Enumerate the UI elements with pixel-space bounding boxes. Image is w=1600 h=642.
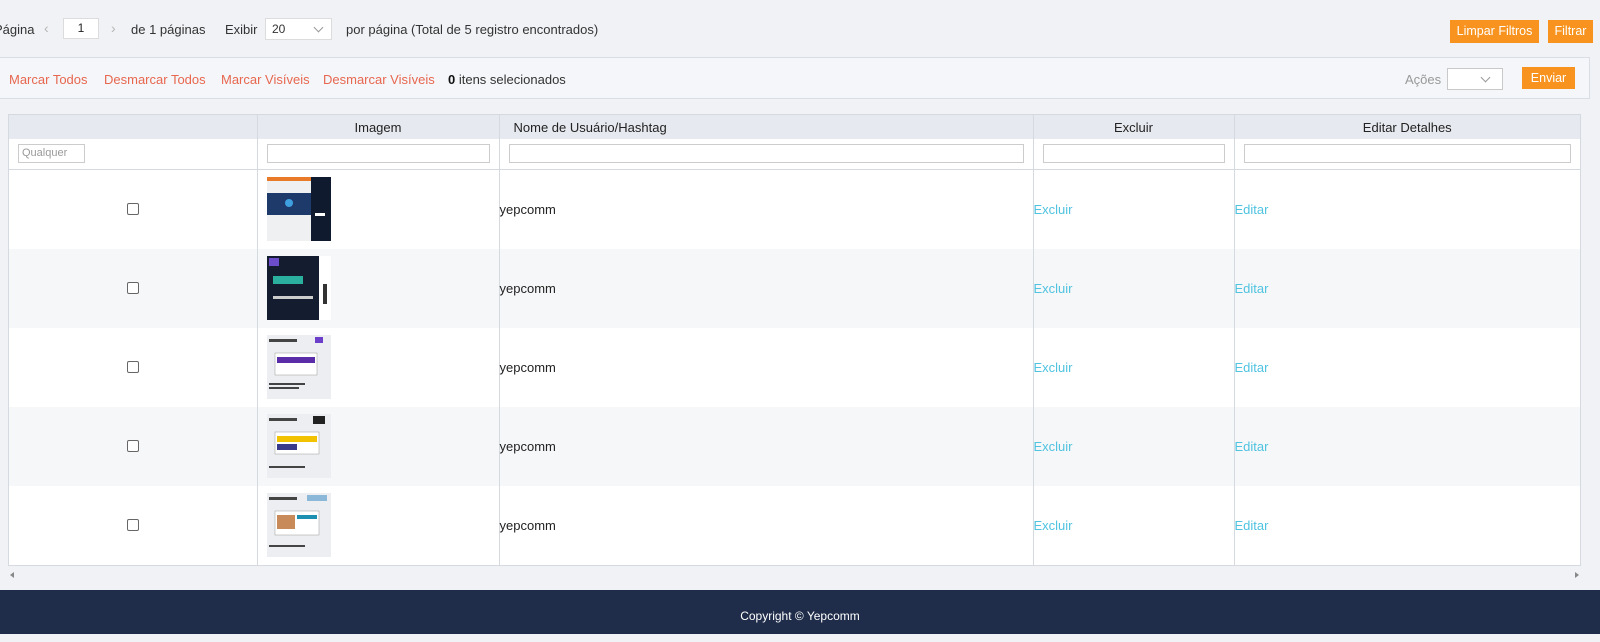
edit-filter-input[interactable] (1243, 144, 1571, 164)
post-thumbnail (266, 256, 331, 320)
mark-visible-link[interactable]: Marcar Visíveis (221, 72, 310, 87)
horizontal-scrollbar[interactable] (8, 572, 1581, 582)
selected-count-text: itens selecionados (455, 72, 566, 87)
post-thumbnail (266, 493, 331, 557)
page-footer: Copyright © Yepcomm (0, 590, 1600, 634)
image-filter-input[interactable] (266, 144, 490, 164)
show-label: Exibir (225, 22, 258, 37)
username-cell: yepcomm (499, 406, 1034, 486)
col-header-username[interactable]: Nome de Usuário/Hashtag (499, 115, 1034, 139)
table-row: yepcomm Excluir Editar (9, 406, 1580, 486)
username-cell: yepcomm (499, 248, 1034, 328)
col-header-delete[interactable]: Excluir (1033, 115, 1235, 139)
delete-link[interactable]: Excluir (1033, 485, 1235, 565)
per-page-text: por página (Total de 5 registro encontra… (346, 22, 599, 37)
chevron-down-icon (313, 22, 324, 33)
per-page-value: 20 (272, 22, 286, 36)
username-cell: yepcomm (499, 485, 1034, 565)
actions-select[interactable] (1447, 68, 1503, 90)
page-label: Página (0, 22, 35, 37)
username-filter-input[interactable] (508, 144, 1024, 164)
username-cell: yepcomm (499, 169, 1034, 249)
scroll-right-icon[interactable] (1575, 572, 1579, 578)
row-checkbox[interactable] (126, 361, 139, 373)
edit-link[interactable]: Editar (1234, 406, 1580, 486)
of-pages-text: de 1 páginas (131, 22, 206, 37)
col-header-select (9, 115, 258, 139)
row-checkbox[interactable] (126, 282, 139, 294)
post-thumbnail (266, 414, 331, 478)
actions-label: Ações (1405, 72, 1442, 87)
username-cell: yepcomm (499, 327, 1034, 407)
send-button[interactable]: Enviar (1522, 67, 1575, 89)
scroll-left-icon[interactable] (10, 572, 14, 578)
delete-filter-input[interactable] (1042, 144, 1225, 164)
data-grid: Imagem Nome de Usuário/Hashtag Excluir E… (8, 114, 1581, 566)
row-checkbox[interactable] (126, 519, 139, 531)
selected-count: 0 itens selecionados (448, 72, 566, 87)
table-row: yepcomm Excluir Editar (9, 169, 1580, 249)
page-number-input[interactable]: 1 (63, 18, 99, 39)
edit-link[interactable]: Editar (1234, 486, 1580, 565)
mark-all-link[interactable]: Marcar Todos (9, 72, 88, 87)
delete-link[interactable]: Excluir (1033, 248, 1235, 328)
post-thumbnail (266, 335, 331, 399)
delete-link[interactable]: Excluir (1033, 327, 1235, 407)
prev-page-icon[interactable]: ‹ (44, 20, 49, 36)
edit-link[interactable]: Editar (1234, 169, 1580, 249)
filter-row: Qualquer (9, 139, 1580, 170)
post-thumbnail (266, 177, 331, 241)
table-row: yepcomm Excluir Editar (9, 248, 1580, 328)
select-filter-input[interactable]: Qualquer (18, 144, 85, 164)
copyright-text: Copyright © Yepcomm (740, 609, 860, 623)
col-header-image[interactable]: Imagem (257, 115, 500, 139)
per-page-select[interactable]: 20 (265, 18, 332, 40)
row-checkbox[interactable] (126, 203, 139, 215)
clear-filters-button[interactable]: Limpar Filtros (1450, 20, 1539, 43)
pager-bar: Página ‹ 1 › de 1 páginas Exibir 20 por … (0, 0, 1600, 57)
chevron-down-icon (1480, 72, 1491, 83)
col-header-edit-details[interactable]: Editar Detalhes (1234, 115, 1580, 139)
table-row: yepcomm Excluir Editar (9, 327, 1580, 407)
table-row: yepcomm Excluir Editar (9, 485, 1580, 565)
next-page-icon[interactable]: › (111, 20, 116, 36)
unmark-all-link[interactable]: Desmarcar Todos (104, 72, 206, 87)
delete-link[interactable]: Excluir (1033, 406, 1235, 486)
unmark-visible-link[interactable]: Desmarcar Visíveis (323, 72, 435, 87)
filter-button[interactable]: Filtrar (1548, 20, 1593, 43)
mass-actions-bar: Marcar Todos Desmarcar Todos Marcar Visí… (0, 57, 1590, 99)
edit-link[interactable]: Editar (1234, 248, 1580, 328)
edit-link[interactable]: Editar (1234, 328, 1580, 407)
delete-link[interactable]: Excluir (1033, 169, 1235, 249)
row-checkbox[interactable] (126, 440, 139, 452)
